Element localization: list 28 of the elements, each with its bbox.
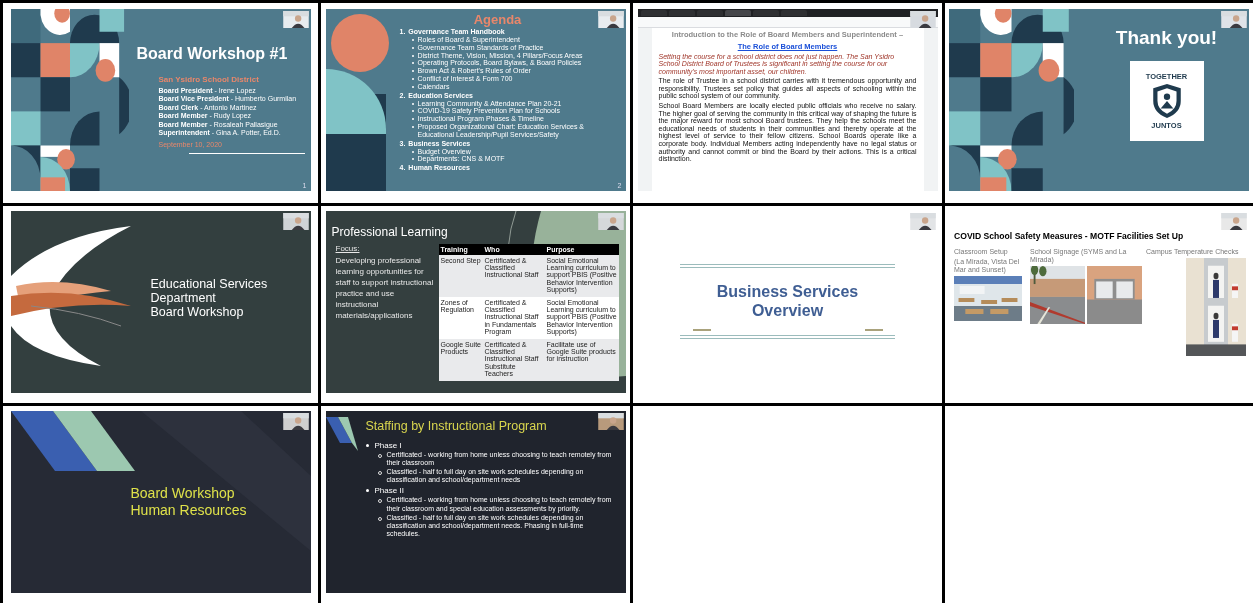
focus-label: Focus: — [335, 243, 360, 253]
slide-thumbnail[interactable] — [325, 410, 626, 593]
slide-thumbnail[interactable] — [325, 210, 626, 393]
slide-title: Staffing by Instructional Program — [365, 418, 547, 433]
slide-title: Board Workshop — [150, 304, 245, 319]
phase-label: Phase II — [374, 486, 404, 496]
slide-title: Agenda — [473, 12, 522, 27]
slide-title: Professional Learning — [330, 223, 448, 239]
bullet-icon — [365, 443, 369, 447]
slide-title: Business Services — [716, 282, 859, 301]
slide-thumbnail[interactable]: Educational Services Department Board Workshop — [10, 210, 311, 393]
slide-title: Educational Services — [150, 276, 269, 291]
slide-title: Department — [150, 290, 217, 305]
slide-thumbnail[interactable]: Board Workshop Human Resources — [10, 410, 311, 593]
slide-title: Overview — [751, 301, 824, 320]
slide-title: Thank you! — [1115, 27, 1218, 49]
slide-thumbnail[interactable] — [10, 9, 311, 191]
focus-text: Developing professional learning opportunities for staff to support instructional practice and use instructional materials/applications — [335, 254, 434, 321]
bullet-icon — [365, 489, 369, 493]
slide-thumbnail[interactable] — [325, 9, 626, 191]
slide-thumbnail[interactable] — [637, 9, 938, 191]
slide-subtitle: San Ysidro School District — [158, 75, 260, 84]
slide-title: COVID School Safety Measures - MOTF Facilities Set Up — [953, 229, 1184, 241]
slide-title: Human Resources — [130, 501, 248, 519]
slide-title: Board Workshop #1 — [136, 45, 288, 63]
slide-title: Board Workshop — [130, 484, 236, 502]
phase-label: Phase I — [374, 440, 402, 450]
shield-icon — [1150, 83, 1183, 119]
